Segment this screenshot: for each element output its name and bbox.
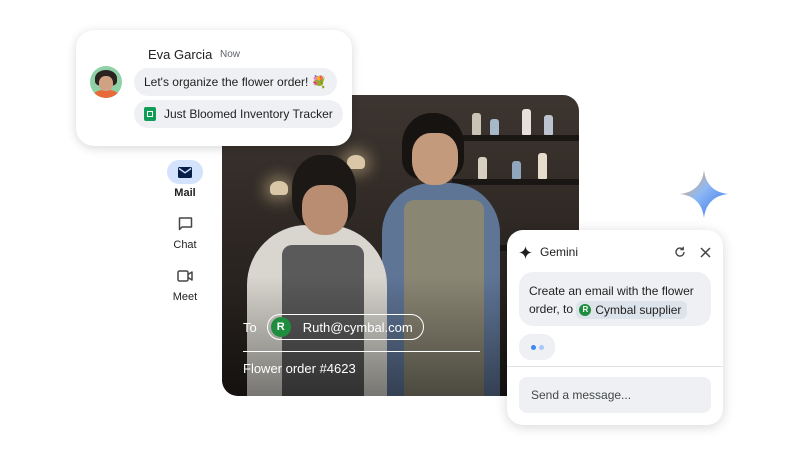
typing-indicator	[519, 334, 555, 360]
avatar-face	[99, 76, 113, 91]
refresh-icon[interactable]	[674, 246, 686, 258]
chat-icon	[167, 212, 203, 236]
person-left-face	[302, 185, 348, 235]
shelf	[452, 135, 579, 141]
gemini-title: Gemini	[540, 245, 579, 259]
nav-mail[interactable]: Mail	[155, 160, 215, 199]
prompt-chip-avatar: R	[579, 303, 592, 316]
to-divider	[243, 351, 480, 352]
mail-icon	[167, 160, 203, 184]
gemini-divider	[507, 366, 723, 367]
prompt-recipient-chip[interactable]: R Cymbal supplier	[576, 300, 688, 319]
sender-avatar	[90, 66, 122, 98]
close-icon[interactable]	[700, 246, 711, 258]
gemini-logo-icon	[519, 245, 532, 259]
bottle	[544, 115, 553, 135]
gemini-header: Gemini	[519, 242, 711, 262]
person-right-face	[412, 133, 458, 185]
gemini-sparkle-icon	[680, 170, 728, 218]
bottle	[512, 161, 521, 179]
bottle	[478, 157, 487, 179]
gemini-panel: Gemini Create an email with the flower o…	[507, 230, 723, 425]
sender-name: Eva Garcia	[148, 47, 213, 62]
to-label: To	[243, 319, 257, 335]
prompt-chip-label: Cymbal supplier	[595, 302, 682, 317]
message-bubble: Let's organize the flower order! 💐	[134, 68, 337, 96]
attachment-title: Just Bloomed Inventory Tracker	[164, 107, 333, 121]
pendant-lamp	[270, 181, 288, 195]
nav-chat-label: Chat	[173, 239, 197, 251]
to-row: To R Ruth@cymbal.com	[243, 314, 424, 340]
recipient-chip[interactable]: R Ruth@cymbal.com	[266, 314, 424, 340]
typing-dot	[530, 344, 536, 350]
subject-field[interactable]: Flower order #4623	[243, 361, 356, 376]
recipient-email: Ruth@cymbal.com	[302, 319, 413, 335]
gemini-message-input[interactable]	[519, 377, 711, 413]
sheets-icon	[144, 107, 156, 121]
bottle	[522, 109, 531, 135]
message-timestamp: Now	[220, 49, 241, 60]
chat-notification-card[interactable]: Eva Garcia Now Let's organize the flower…	[76, 30, 352, 146]
recipient-avatar: R	[270, 317, 291, 337]
bottle	[538, 153, 547, 179]
bottle	[490, 119, 499, 135]
nav-meet[interactable]: Meet	[155, 264, 215, 303]
gemini-prompt-bubble: Create an email with the flower order, t…	[519, 272, 711, 326]
message-text: Let's organize the flower order! 💐	[144, 75, 327, 89]
video-icon	[167, 264, 203, 288]
shelf	[452, 179, 579, 185]
nav-mail-label: Mail	[174, 187, 196, 199]
typing-dot	[538, 344, 544, 350]
nav-meet-label: Meet	[172, 291, 198, 303]
bottle	[472, 113, 481, 135]
avatar-shirt	[94, 90, 118, 98]
attachment-chip[interactable]: Just Bloomed Inventory Tracker	[134, 100, 343, 128]
nav-chat[interactable]: Chat	[155, 212, 215, 251]
